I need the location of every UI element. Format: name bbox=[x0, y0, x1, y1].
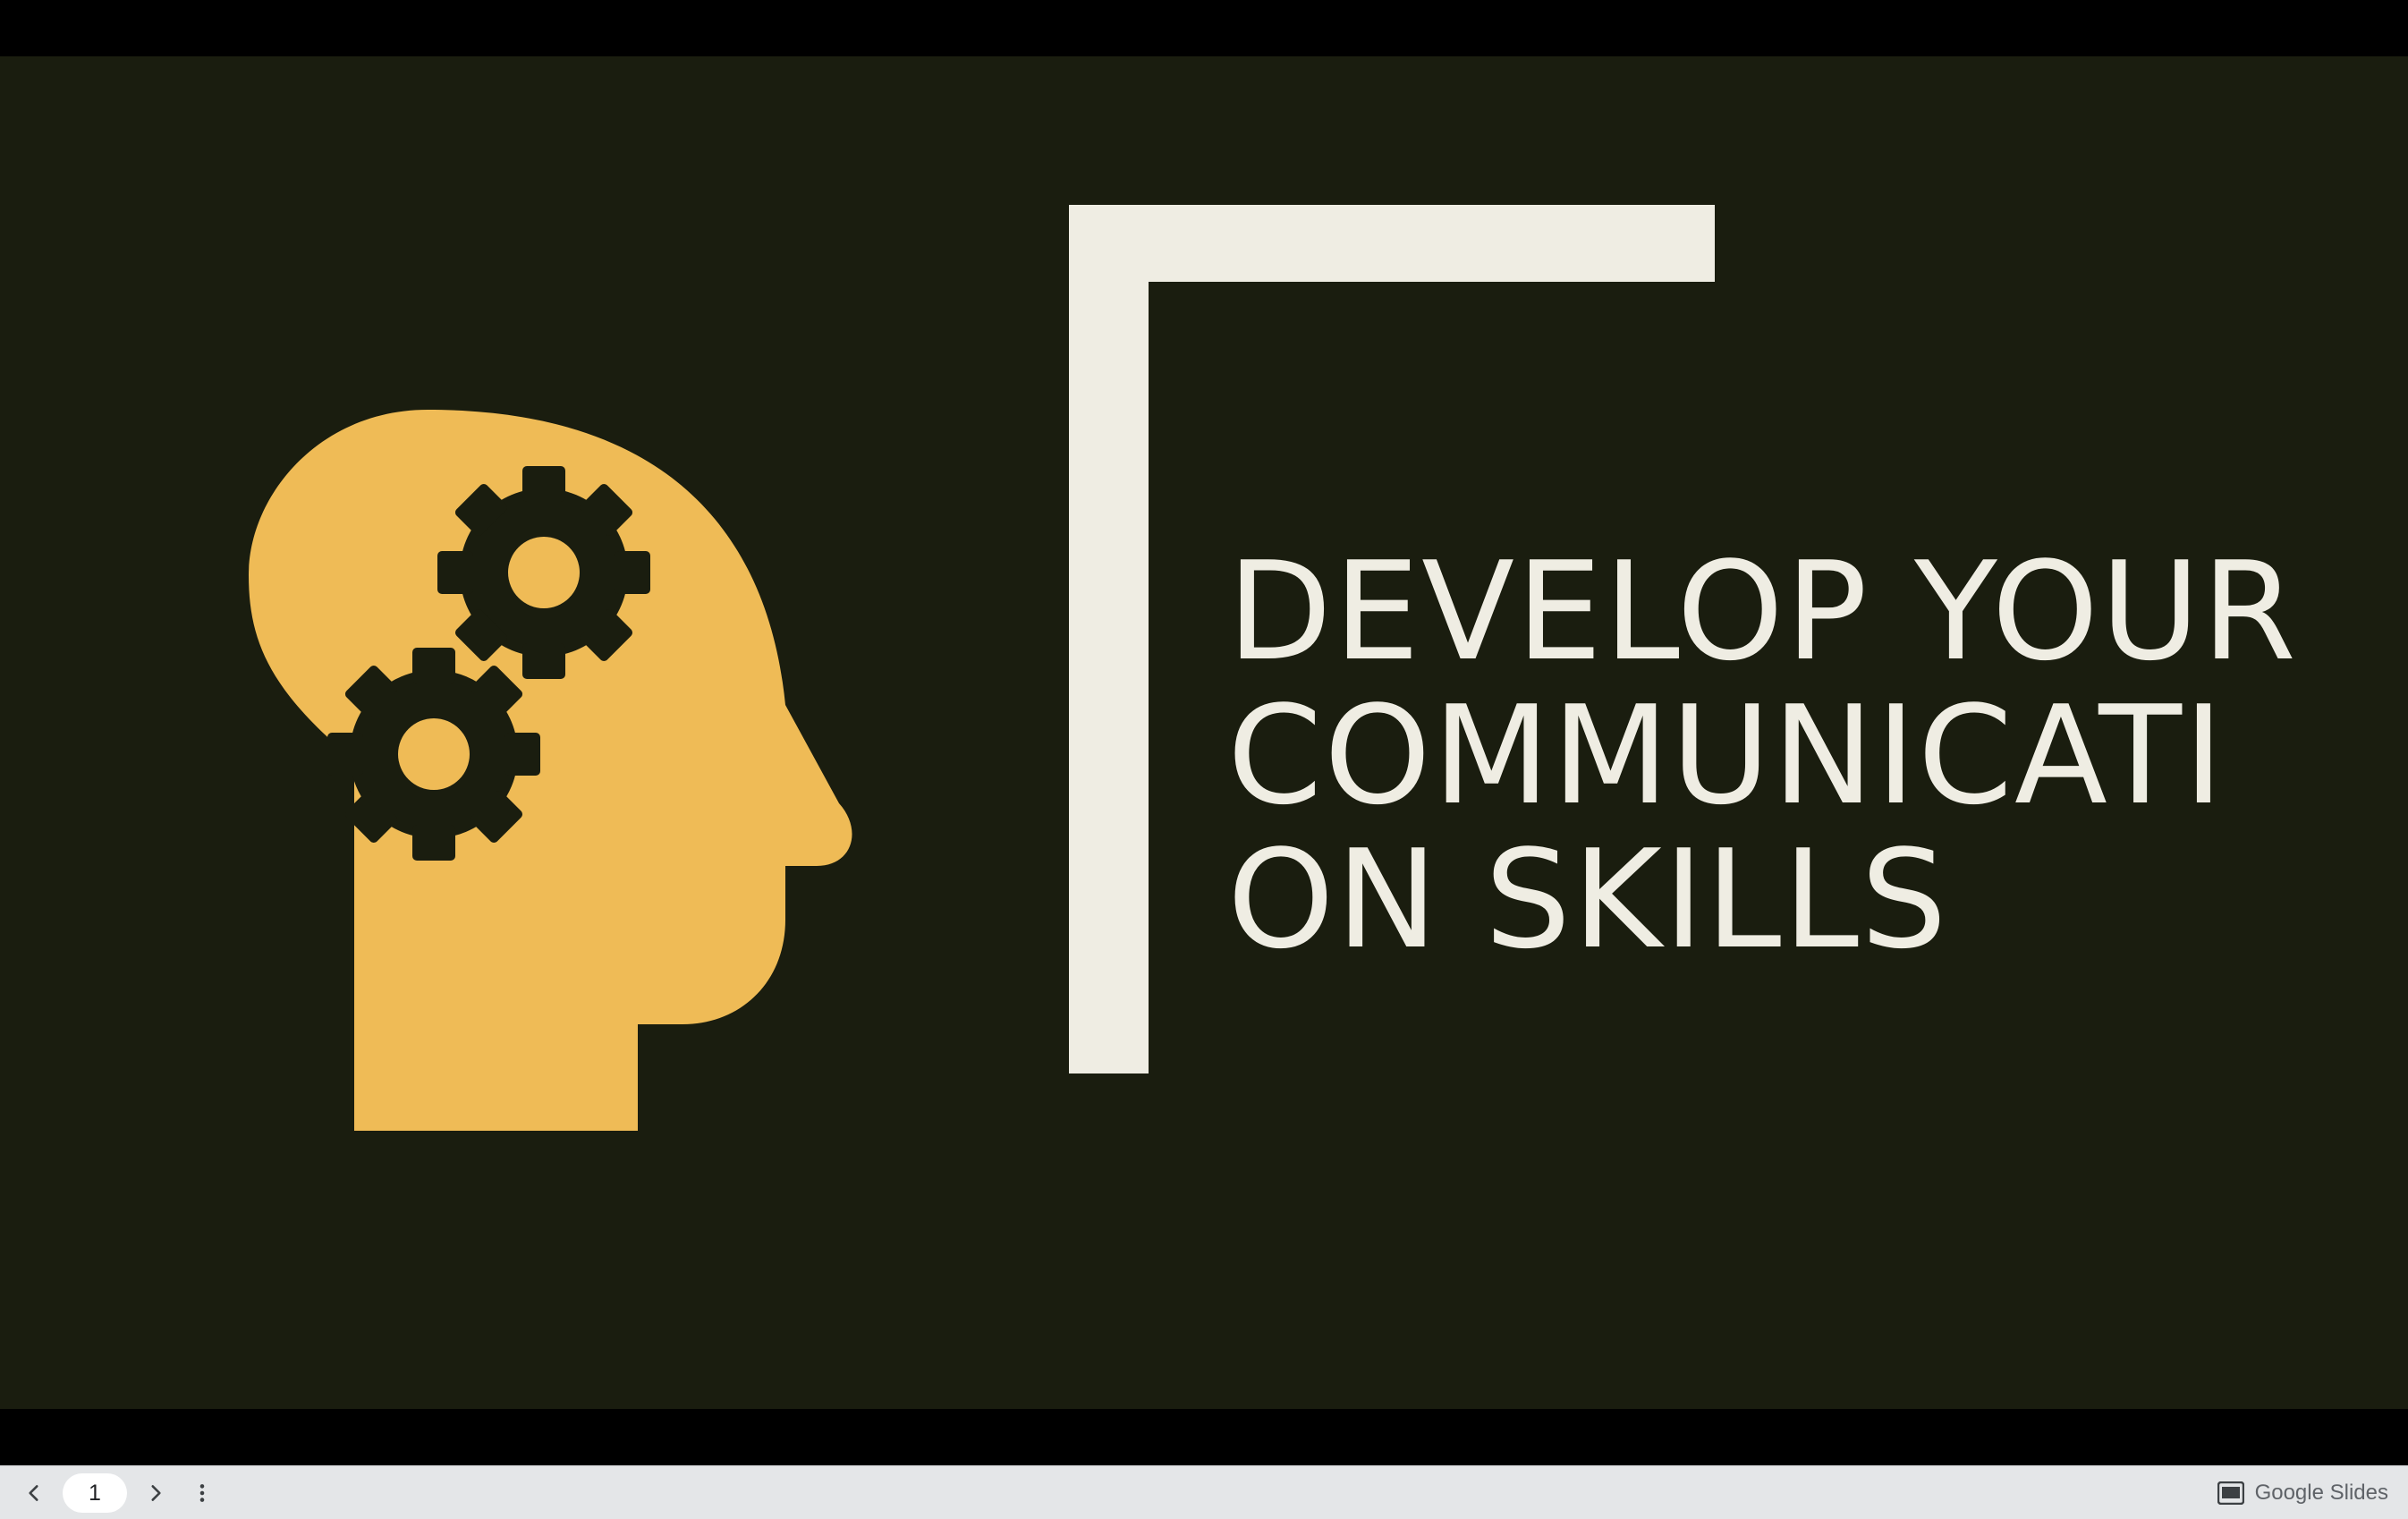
brand-label: Google Slides bbox=[2254, 1481, 2388, 1505]
more-vert-icon bbox=[199, 1484, 205, 1502]
title-frame-left-bar bbox=[1069, 205, 1149, 1073]
title-frame-top-bar bbox=[1069, 205, 1715, 282]
more-options-button[interactable] bbox=[184, 1475, 220, 1511]
slides-logo-icon bbox=[2217, 1481, 2244, 1505]
lower-gear bbox=[327, 648, 540, 861]
slide-number-input[interactable] bbox=[63, 1473, 127, 1513]
slide-title: DEVELOP YOUR COMMUNICATI ON SKILLS bbox=[1227, 532, 2299, 979]
chevron-right-icon bbox=[151, 1485, 161, 1501]
upper-gear bbox=[437, 466, 650, 679]
chevron-left-icon bbox=[29, 1485, 38, 1501]
head-with-gears-icon bbox=[249, 410, 852, 1131]
next-slide-button[interactable] bbox=[138, 1475, 174, 1511]
previous-slide-button[interactable] bbox=[16, 1475, 52, 1511]
presentation-controls-bar: Google Slides bbox=[0, 1465, 2408, 1519]
slide-canvas[interactable]: DEVELOP YOUR COMMUNICATI ON SKILLS bbox=[0, 56, 2408, 1409]
slides-viewer: DEVELOP YOUR COMMUNICATI ON SKILLS 1 Goo… bbox=[0, 0, 2408, 1519]
google-slides-link[interactable]: Google Slides bbox=[2217, 1466, 2388, 1519]
